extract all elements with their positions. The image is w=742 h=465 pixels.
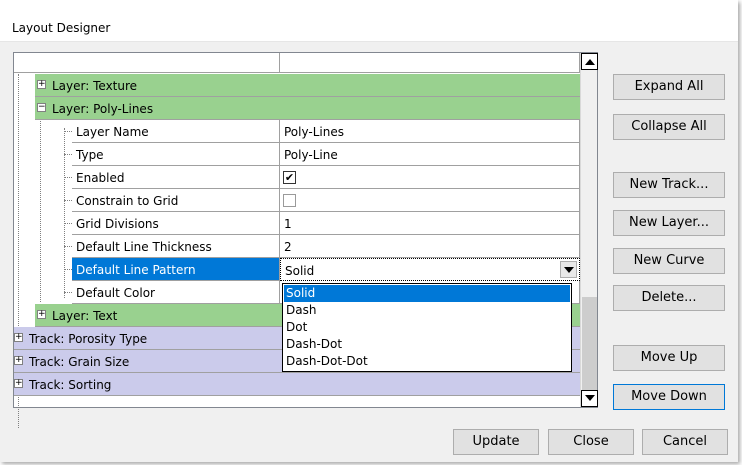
- tree-line: [64, 200, 72, 201]
- tree-row-label: Layer: Texture: [52, 79, 138, 93]
- cancel-button[interactable]: Cancel: [642, 429, 728, 455]
- collapse-icon[interactable]: −: [37, 103, 46, 112]
- property-name: Enabled: [76, 171, 125, 185]
- property-name-cell: Constrain to Grid: [72, 189, 280, 212]
- property-value: 1: [284, 217, 292, 231]
- close-button[interactable]: Close: [548, 429, 634, 455]
- tree-row-layer-texture[interactable]: + Layer: Texture: [35, 74, 580, 97]
- property-name-cell: Layer Name: [72, 120, 280, 143]
- expand-icon[interactable]: +: [37, 80, 46, 89]
- option-dot[interactable]: Dot: [284, 319, 570, 336]
- tree-row-label: Layer: Text: [52, 309, 118, 323]
- property-name: Constrain to Grid: [76, 194, 179, 208]
- grid-divisions-value[interactable]: 1: [280, 212, 580, 235]
- scroll-up-arrow-icon[interactable]: [581, 53, 598, 70]
- layout-designer-dialog: Layout Designer + Layer: Texture − Layer…: [0, 0, 738, 462]
- option-dash[interactable]: Dash: [284, 302, 570, 319]
- property-name-cell: Grid Divisions: [72, 212, 280, 235]
- property-name-cell: Enabled: [72, 166, 280, 189]
- new-layer-button[interactable]: New Layer...: [613, 210, 725, 236]
- tree-row-track-sorting[interactable]: + Track: Sorting: [14, 373, 580, 396]
- chevron-down-icon[interactable]: [560, 261, 577, 278]
- property-value: 2: [284, 240, 292, 254]
- default-line-pattern-combobox[interactable]: Solid: [280, 258, 580, 281]
- window-title: Layout Designer: [12, 21, 111, 35]
- tree-line: [64, 154, 72, 155]
- move-down-button[interactable]: Move Down: [613, 384, 725, 410]
- constrain-to-grid-value: [280, 189, 580, 212]
- tree-row-label: Track: Sorting: [29, 378, 112, 392]
- new-track-button[interactable]: New Track...: [613, 172, 725, 198]
- tree-row-label: Layer: Poly-Lines: [52, 102, 154, 116]
- property-value: Poly-Lines: [284, 125, 344, 139]
- tree-row-label: Track: Grain Size: [29, 355, 130, 369]
- constrain-to-grid-checkbox[interactable]: [283, 194, 296, 207]
- property-name: Default Color: [76, 286, 155, 300]
- expand-all-button[interactable]: Expand All: [613, 74, 725, 100]
- collapse-all-button[interactable]: Collapse All: [613, 114, 725, 140]
- new-curve-button[interactable]: New Curve: [613, 248, 725, 274]
- expand-icon[interactable]: +: [37, 310, 46, 319]
- vertical-scrollbar[interactable]: [580, 53, 598, 407]
- tree-line: [64, 269, 72, 270]
- update-button[interactable]: Update: [453, 429, 539, 455]
- grid-header-name: [14, 53, 280, 73]
- tree-row-layer-poly-lines[interactable]: − Layer: Poly-Lines: [35, 97, 580, 120]
- scroll-down-arrow-icon[interactable]: [581, 390, 598, 407]
- layer-name-value[interactable]: Poly-Lines: [280, 120, 580, 143]
- option-dash-dot-dot[interactable]: Dash-Dot-Dot: [284, 353, 570, 370]
- property-name: Grid Divisions: [76, 217, 159, 231]
- enabled-value: ✔: [280, 166, 580, 189]
- scrollbar-thumb[interactable]: [582, 297, 597, 393]
- tree-line: [64, 223, 72, 224]
- property-name-cell: Default Line Pattern: [72, 258, 280, 281]
- expand-icon[interactable]: +: [14, 333, 23, 342]
- type-value[interactable]: Poly-Line: [280, 143, 580, 166]
- delete-button[interactable]: Delete...: [613, 285, 725, 311]
- line-pattern-dropdown-list[interactable]: Solid Dash Dot Dash-Dot Dash-Dot-Dot: [282, 283, 572, 372]
- tree-line: [64, 177, 72, 178]
- property-name-cell: Type: [72, 143, 280, 166]
- grid-header-value: [280, 53, 580, 73]
- property-name: Default Line Thickness: [76, 240, 212, 254]
- option-dash-dot[interactable]: Dash-Dot: [284, 336, 570, 353]
- enabled-checkbox[interactable]: ✔: [283, 171, 296, 184]
- tree-line: [64, 131, 72, 132]
- property-name: Default Line Pattern: [76, 263, 196, 277]
- tree-line: [64, 292, 72, 293]
- default-line-thickness-value[interactable]: 2: [280, 235, 580, 258]
- property-name-cell: Default Color: [72, 281, 280, 304]
- tree-row-label: Track: Porosity Type: [29, 332, 148, 346]
- option-solid[interactable]: Solid: [284, 285, 570, 302]
- property-name-cell: Default Line Thickness: [72, 235, 280, 258]
- move-up-button[interactable]: Move Up: [613, 345, 725, 371]
- title-bar: Layout Designer: [0, 0, 738, 42]
- combobox-value: Solid: [285, 264, 315, 278]
- expand-icon[interactable]: +: [14, 379, 23, 388]
- property-name: Layer Name: [76, 125, 149, 139]
- expand-icon[interactable]: +: [14, 356, 23, 365]
- tree-line: [64, 246, 72, 247]
- property-name: Type: [76, 148, 104, 162]
- property-value: Poly-Line: [284, 148, 338, 162]
